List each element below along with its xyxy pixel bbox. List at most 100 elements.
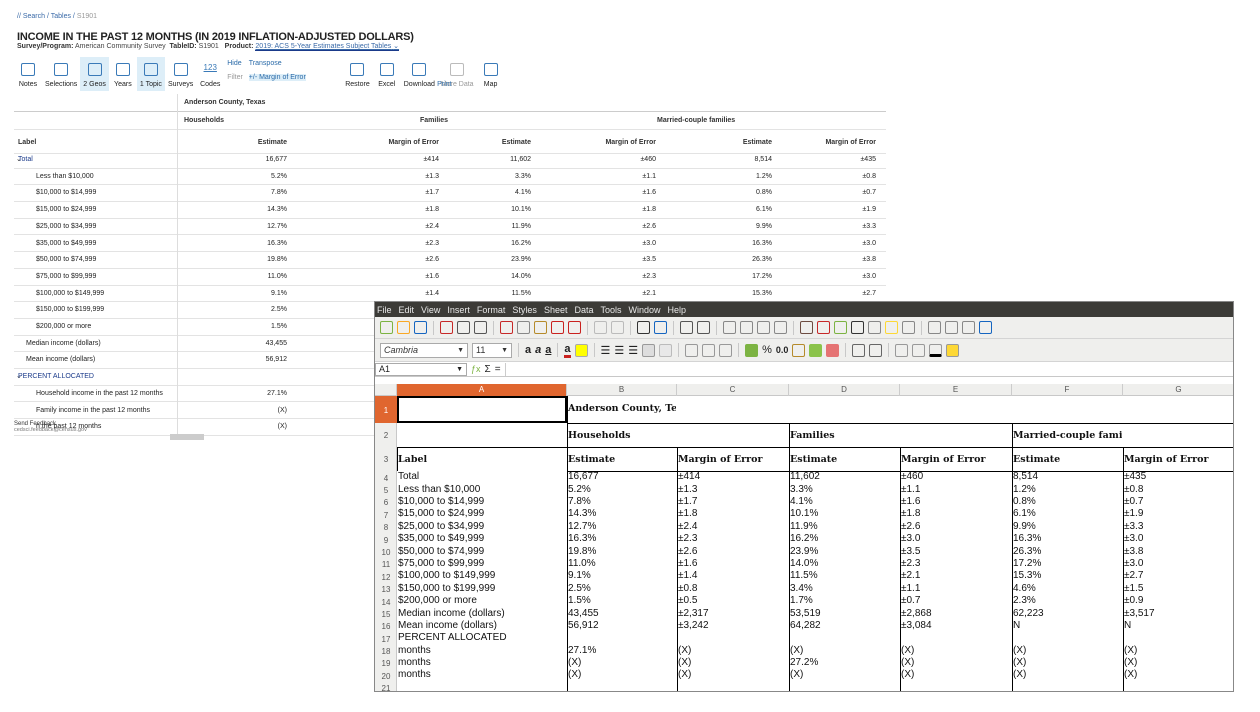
data-cell[interactable]: 16,677 bbox=[568, 471, 676, 483]
print-preview-icon[interactable] bbox=[474, 321, 487, 334]
data-cell[interactable]: $35,000 to $49,999 bbox=[398, 533, 566, 545]
feedback[interactable]: Send Feedback cedsci.feedback@census.gov bbox=[14, 421, 87, 433]
hide-button[interactable]: Hide bbox=[227, 60, 243, 67]
border-color-icon[interactable] bbox=[929, 343, 943, 357]
data-cell[interactable]: $50,000 to $74,999 bbox=[398, 546, 566, 558]
merge-cells-icon[interactable] bbox=[659, 343, 673, 357]
breadcrumb-search[interactable]: // Search bbox=[17, 13, 45, 20]
data-cell[interactable]: ±0.5 bbox=[678, 595, 788, 607]
delete-decimal-icon[interactable] bbox=[826, 343, 840, 357]
row-header-21[interactable]: 21 bbox=[375, 682, 397, 691]
toolbar-excel[interactable]: Excel bbox=[373, 57, 401, 91]
font-name-box[interactable]: Cambria ▼ bbox=[380, 342, 468, 358]
data-cell[interactable]: (X) bbox=[790, 669, 899, 681]
image-icon[interactable] bbox=[800, 321, 813, 334]
data-cell[interactable]: ±3,517 bbox=[1124, 608, 1233, 620]
data-cell[interactable]: ±3,242 bbox=[678, 620, 788, 632]
number-format-button[interactable]: 0.0 bbox=[776, 345, 789, 355]
split-window-icon[interactable] bbox=[962, 321, 975, 334]
chevron-down-icon[interactable]: ▼ bbox=[501, 344, 508, 357]
data-cell[interactable]: (X) bbox=[1124, 657, 1233, 669]
autofilter-icon[interactable] bbox=[774, 321, 787, 334]
align-left-icon[interactable]: ☰ bbox=[601, 344, 611, 357]
data-cell[interactable]: 43,455 bbox=[568, 608, 676, 620]
hyperlink-icon[interactable] bbox=[868, 321, 881, 334]
header-footer-icon[interactable] bbox=[902, 321, 915, 334]
column-icon[interactable] bbox=[697, 321, 710, 334]
data-cell[interactable]: ±1.3 bbox=[678, 484, 788, 496]
data-cell[interactable]: (X) bbox=[568, 657, 676, 669]
header-cell[interactable]: Estimate bbox=[568, 454, 676, 468]
data-cell[interactable]: ±3.8 bbox=[1124, 546, 1233, 558]
data-cell[interactable]: ±2,317 bbox=[678, 608, 788, 620]
row-header-19[interactable]: 19 bbox=[375, 657, 397, 669]
data-cell[interactable]: 14.3% bbox=[568, 508, 676, 520]
data-cell[interactable]: 0.8% bbox=[1013, 496, 1122, 508]
data-cell[interactable]: ±3.3 bbox=[1124, 521, 1233, 533]
header-cell[interactable]: Margin of Error bbox=[1124, 454, 1233, 468]
feedback-email[interactable]: cedsci.feedback@census.gov bbox=[14, 427, 87, 433]
row-header-20[interactable]: 20 bbox=[375, 669, 397, 682]
data-cell[interactable]: ±0.8 bbox=[678, 583, 788, 595]
data-cell[interactable]: 9.9% bbox=[1013, 521, 1122, 533]
chevron-down-icon[interactable]: ▼ bbox=[456, 364, 463, 375]
data-cell[interactable]: ±1.1 bbox=[901, 583, 1011, 595]
data-cell[interactable]: $100,000 to $149,999 bbox=[398, 570, 566, 582]
data-cell[interactable]: (X) bbox=[901, 645, 1011, 657]
paste-icon[interactable] bbox=[534, 321, 547, 334]
row-header-8[interactable]: 8 bbox=[375, 521, 397, 533]
data-cell[interactable]: months bbox=[398, 657, 566, 669]
menu-data[interactable]: Data bbox=[574, 305, 593, 315]
data-cell[interactable]: 27.2% bbox=[790, 657, 899, 669]
data-cell[interactable]: ±3,084 bbox=[901, 620, 1011, 632]
data-cell[interactable]: 53,519 bbox=[790, 608, 899, 620]
data-cell[interactable]: ±2.1 bbox=[901, 570, 1011, 582]
bold-icon[interactable]: a bbox=[525, 344, 531, 356]
data-cell[interactable]: 8,514 bbox=[1013, 471, 1122, 483]
menu-view[interactable]: View bbox=[421, 305, 440, 315]
align-bottom-icon[interactable] bbox=[719, 343, 733, 357]
find-replace-icon[interactable] bbox=[637, 321, 650, 334]
data-cell[interactable]: 17.2% bbox=[1013, 558, 1122, 570]
redo-icon[interactable] bbox=[611, 321, 624, 334]
data-cell[interactable]: 23.9% bbox=[790, 546, 899, 558]
column-header-e[interactable]: E bbox=[900, 384, 1012, 396]
group-cell-households[interactable]: Households bbox=[568, 430, 676, 444]
data-cell[interactable]: months bbox=[398, 645, 566, 657]
row-icon[interactable] bbox=[680, 321, 693, 334]
data-cell[interactable]: 19.8% bbox=[568, 546, 676, 558]
comment-icon[interactable] bbox=[885, 321, 898, 334]
data-cell[interactable]: 1.5% bbox=[568, 595, 676, 607]
data-cell[interactable]: ±1.6 bbox=[678, 558, 788, 570]
data-cell[interactable]: 11.5% bbox=[790, 570, 899, 582]
data-cell[interactable]: Mean income (dollars) bbox=[398, 620, 566, 632]
save-icon[interactable] bbox=[414, 321, 427, 334]
data-cell[interactable]: (X) bbox=[1124, 669, 1233, 681]
data-cell[interactable]: ±1.1 bbox=[901, 484, 1011, 496]
menu-sheet[interactable]: Sheet bbox=[544, 305, 568, 315]
data-cell[interactable]: 16.2% bbox=[790, 533, 899, 545]
row-header-13[interactable]: 13 bbox=[375, 583, 397, 595]
data-cell[interactable]: 3.3% bbox=[790, 484, 899, 496]
toolbar-2-geos[interactable]: 2 Geos bbox=[80, 57, 109, 91]
toolbar-download[interactable]: Download Print bbox=[401, 57, 452, 91]
conditional-format-icon[interactable] bbox=[946, 343, 960, 357]
data-cell[interactable]: $200,000 or more bbox=[398, 595, 566, 607]
currency-icon[interactable] bbox=[745, 343, 759, 357]
data-cell[interactable]: 9.1% bbox=[568, 570, 676, 582]
toolbar-map[interactable]: Map bbox=[477, 57, 505, 91]
name-box[interactable]: A1 ▼ bbox=[375, 362, 467, 376]
border-style-icon[interactable] bbox=[912, 343, 926, 357]
data-cell[interactable]: ±2.6 bbox=[678, 546, 788, 558]
underline-icon[interactable]: a bbox=[545, 344, 551, 356]
data-cell[interactable]: (X) bbox=[901, 669, 1011, 681]
data-cell[interactable]: (X) bbox=[1013, 669, 1122, 681]
sort-ascending-icon[interactable] bbox=[740, 321, 753, 334]
data-cell[interactable]: Total bbox=[398, 471, 566, 483]
menu-format[interactable]: Format bbox=[477, 305, 506, 315]
copy-icon[interactable] bbox=[517, 321, 530, 334]
menu-insert[interactable]: Insert bbox=[447, 305, 470, 315]
align-right-icon[interactable]: ☰ bbox=[628, 344, 638, 357]
data-cell[interactable]: ±3.0 bbox=[1124, 558, 1233, 570]
data-cell[interactable]: 56,912 bbox=[568, 620, 676, 632]
